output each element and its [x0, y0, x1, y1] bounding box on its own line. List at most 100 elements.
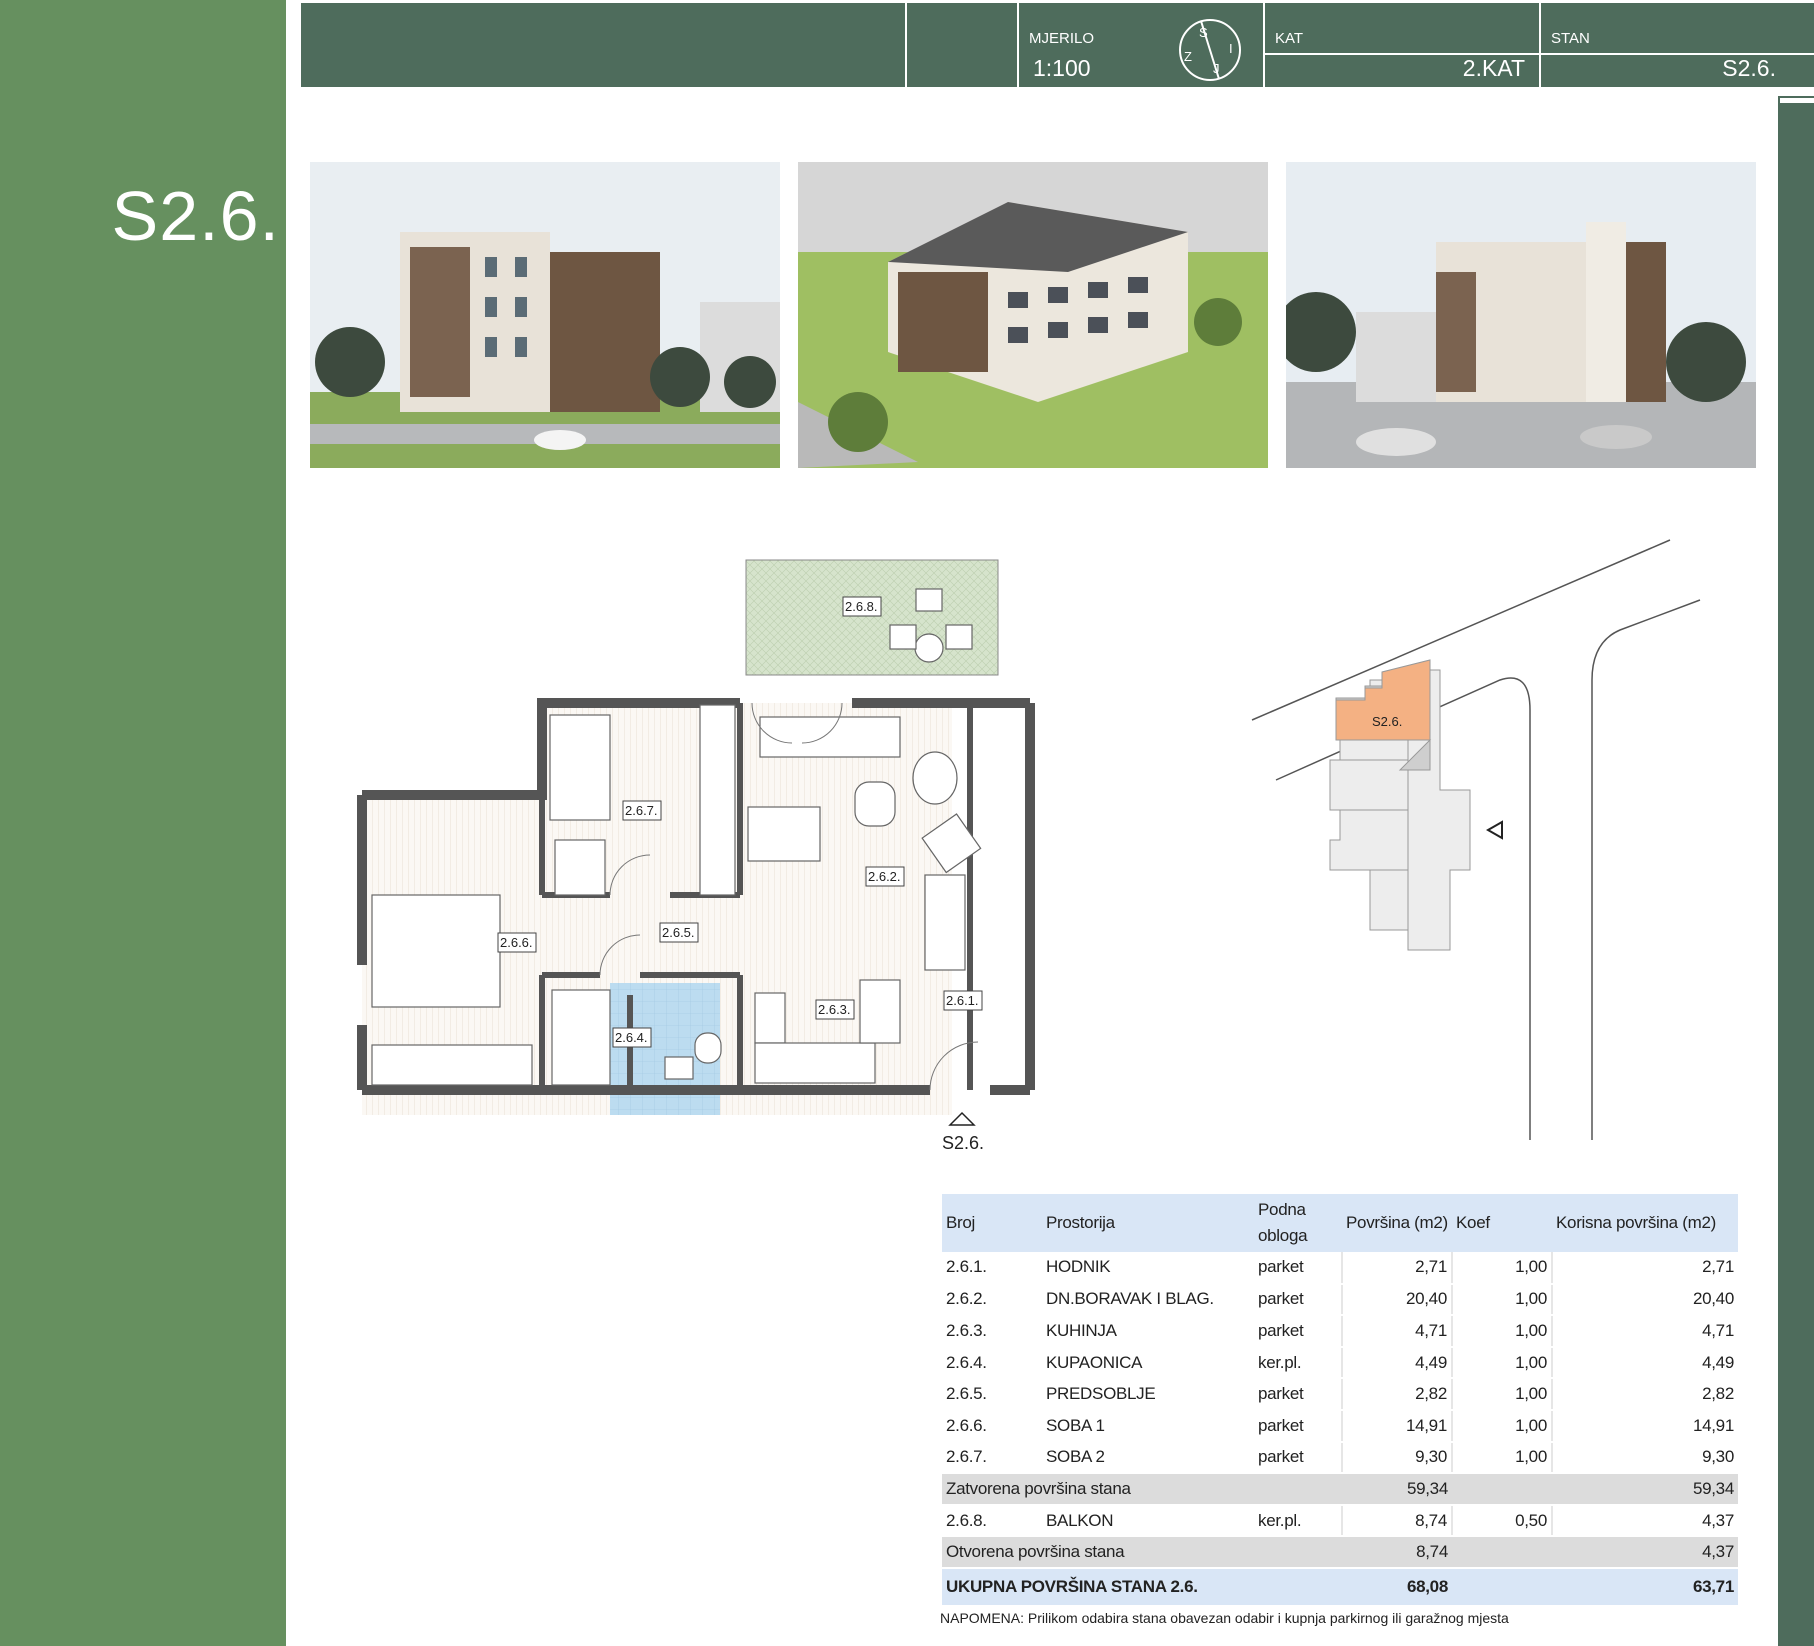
cell-usable: 59,34	[1552, 1473, 1738, 1506]
cell-usable: 14,91	[1551, 1409, 1738, 1443]
area-table: Broj Prostorija Podna obloga Površina (m…	[942, 1194, 1738, 1607]
table-row: 2.6.3. KUHINJA parket 4,71 1,00 4,71	[942, 1315, 1738, 1348]
cell-floor: parket	[1254, 1378, 1342, 1411]
col-broj: Broj	[942, 1194, 1042, 1252]
right-strip-notch	[1778, 96, 1814, 103]
floor-value: 2.KAT	[1462, 55, 1525, 81]
closed-total-row: Zatvorena površina stana 59,34 59,34	[942, 1473, 1738, 1506]
building-render-2	[798, 162, 1268, 468]
cell-area: 20,40	[1341, 1283, 1452, 1317]
room-label-2-6-7: 2.6.7.	[625, 803, 658, 818]
header-bar: MJERILO 1:100 S I J Z KAT 2.KAT STAN S2.…	[301, 3, 1814, 87]
cell-usable: 4,37	[1552, 1536, 1738, 1569]
cell-usable: 2,82	[1551, 1378, 1738, 1411]
cell-area: 9,30	[1341, 1441, 1452, 1475]
cell-coef: 1,00	[1451, 1283, 1552, 1317]
col-prostorija: Prostorija	[1042, 1194, 1254, 1252]
entrance-pointer-icon	[1485, 820, 1503, 840]
cell-area: 2,82	[1341, 1378, 1452, 1411]
room-label-2-6-8: 2.6.8.	[845, 599, 878, 614]
cell-room: KUHINJA	[1042, 1315, 1254, 1348]
table-row: 2.6.2. DN.BORAVAK I BLAG. parket 20,40 1,00 2…	[942, 1283, 1738, 1317]
stove	[754, 992, 786, 1044]
room-label-2-6-6: 2.6.6.	[500, 935, 533, 950]
cell-area: 4,71	[1341, 1315, 1452, 1348]
cell-floor: ker.pl.	[1254, 1504, 1342, 1538]
cell-no: 2.6.7.	[942, 1441, 1042, 1475]
header-divider	[905, 3, 907, 87]
room-label-2-6-4: 2.6.4.	[615, 1030, 648, 1045]
unit-label: STAN	[1551, 30, 1590, 47]
cell-no: 2.6.8.	[942, 1504, 1042, 1538]
room-label-2-6-5: 2.6.5.	[662, 925, 695, 940]
grand-total-row: UKUPNA POVRŠINA STANA 2.6. 68,08 63,71	[942, 1567, 1738, 1607]
table-row: 2.6.5. PREDSOBLJE parket 2,82 1,00 2,82	[942, 1378, 1738, 1411]
balcony-area	[745, 559, 999, 676]
compass-north: S	[1199, 25, 1208, 40]
scale-value: 1:100	[1033, 55, 1091, 81]
toilet	[694, 1032, 722, 1064]
cell-coef: 1,00	[1451, 1252, 1552, 1285]
cell-usable: 4,49	[1551, 1346, 1738, 1380]
table-row: 2.6.4. KUPAONICA ker.pl. 4,49 1,00 4,49	[942, 1346, 1738, 1380]
wardrobe	[924, 874, 966, 971]
col-povrsina: Površina (m2)	[1342, 1194, 1452, 1252]
cell-coef: 1,00	[1451, 1315, 1552, 1348]
compass-east: I	[1229, 41, 1233, 56]
building-render-1	[310, 162, 780, 468]
cell-area: 8,74	[1341, 1504, 1452, 1538]
floor-plan: 2.6.8. 2.6.7. 2.6.2. 2.6.5. 2.6.6. 2.6.3…	[357, 559, 1035, 1153]
right-strip	[1778, 103, 1814, 1646]
cell-no: 2.6.1.	[942, 1252, 1042, 1285]
room-label-2-6-2: 2.6.2.	[868, 869, 901, 884]
cell-floor: parket	[1254, 1441, 1342, 1475]
cell-usable: 20,40	[1551, 1283, 1738, 1317]
cell-area: 2,71	[1341, 1252, 1452, 1285]
cell-room: SOBA 2	[1042, 1441, 1254, 1475]
compass-west: Z	[1184, 49, 1192, 64]
col-podna-obloga: Podna obloga	[1254, 1194, 1342, 1252]
cell-label: UKUPNA POVRŠINA STANA 2.6.	[942, 1567, 1342, 1607]
cell-no: 2.6.6.	[942, 1409, 1042, 1443]
building-render-3	[1286, 162, 1756, 468]
entrance-arrow-icon	[948, 1111, 976, 1126]
cell-area: 59,34	[1342, 1473, 1452, 1506]
cell-coef: 1,00	[1451, 1409, 1552, 1443]
cell-room: PREDSOBLJE	[1042, 1378, 1254, 1411]
sofa	[759, 716, 901, 758]
cell-room: KUPAONICA	[1042, 1346, 1254, 1380]
site-plan: S2.6.	[1251, 539, 1701, 1140]
room-label-2-6-1: 2.6.1.	[946, 993, 979, 1008]
cell-area: 8,74	[1342, 1536, 1452, 1569]
cell-usable: 4,37	[1551, 1504, 1738, 1538]
cell-coef: 1,00	[1451, 1346, 1552, 1380]
cell-usable: 63,71	[1552, 1567, 1738, 1607]
cell-floor: parket	[1254, 1409, 1342, 1443]
cell-usable: 2,71	[1551, 1252, 1738, 1285]
scale-label: MJERILO	[1029, 30, 1095, 47]
cell-empty	[1452, 1567, 1552, 1607]
cell-usable: 9,30	[1551, 1441, 1738, 1475]
unit-cell: STAN S2.6.	[1539, 3, 1814, 87]
bathtub	[551, 989, 611, 1086]
cell-floor: parket	[1254, 1315, 1342, 1348]
apartment-title: S2.6.	[111, 177, 280, 255]
cell-no: 2.6.4.	[942, 1346, 1042, 1380]
table-row: 2.6.7. SOBA 2 parket 9,30 1,00 9,30	[942, 1441, 1738, 1475]
floor-label: KAT	[1275, 30, 1304, 47]
table-row: 2.6.8. BALKON ker.pl. 8,74 0,50 4,37	[942, 1504, 1738, 1538]
scale-cell: MJERILO 1:100 S I J Z	[1017, 3, 1263, 87]
cell-room: HODNIK	[1042, 1252, 1254, 1285]
cell-empty	[1452, 1473, 1552, 1506]
col-korisna-povrsina: Korisna površina (m2)	[1552, 1194, 1738, 1252]
bed-room2	[549, 714, 611, 821]
cell-area: 4,49	[1341, 1346, 1452, 1380]
open-total-row: Otvorena površina stana 8,74 4,37	[942, 1536, 1738, 1569]
cell-coef: 0,50	[1451, 1504, 1552, 1538]
balcony-table	[914, 633, 944, 663]
table-row: 2.6.1. HODNIK parket 2,71 1,00 2,71	[942, 1252, 1738, 1285]
cell-area: 14,91	[1341, 1409, 1452, 1443]
unit-value: S2.6.	[1722, 55, 1776, 81]
site-unit-label: S2.6.	[1372, 714, 1402, 729]
compass-icon: S I J Z	[1179, 19, 1241, 81]
